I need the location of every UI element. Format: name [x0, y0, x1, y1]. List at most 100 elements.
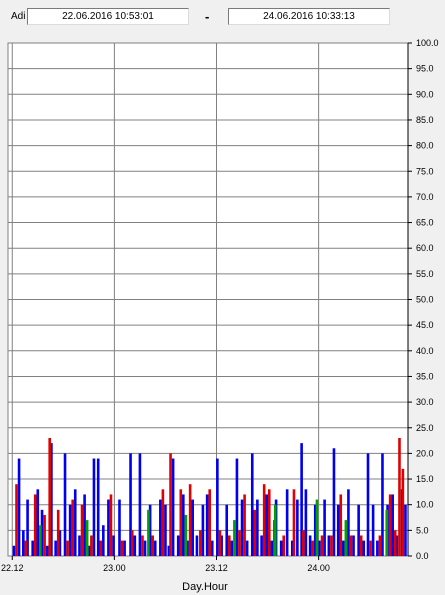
bar — [216, 458, 219, 556]
chart: 0.0 5.0 10.0 15.0 20.0 25.0 30.0 35.0 40.0 45.0 50… — [1, 38, 439, 593]
bar — [336, 504, 340, 556]
bar — [302, 530, 305, 556]
bar — [54, 540, 57, 556]
bar — [349, 535, 353, 556]
bar — [253, 509, 257, 556]
bar — [63, 453, 67, 556]
bar — [227, 535, 231, 556]
bar — [218, 530, 222, 556]
bar — [210, 540, 214, 556]
bar — [225, 504, 229, 556]
bar — [235, 458, 239, 556]
bar — [342, 540, 345, 556]
bar — [273, 504, 277, 556]
bar — [323, 499, 326, 556]
bar — [279, 540, 283, 556]
y-tick-label: 45.0 — [416, 320, 434, 330]
bar — [282, 535, 286, 556]
bar — [22, 530, 25, 556]
bar — [169, 453, 172, 556]
bar — [141, 535, 144, 556]
bar — [15, 484, 18, 556]
bar — [195, 535, 199, 556]
y-tick-label: 70.0 — [416, 192, 434, 202]
bar — [327, 535, 331, 556]
y-tick-label: 90.0 — [416, 89, 434, 99]
bar — [391, 494, 394, 556]
bar — [109, 494, 113, 556]
bar — [112, 535, 115, 556]
to-datetime-input[interactable]: 24.06.2016 10:33:13 — [228, 8, 390, 25]
bar — [401, 468, 405, 556]
y-tick-label: 80.0 — [416, 141, 434, 151]
bar — [73, 489, 77, 556]
bar — [56, 509, 60, 556]
bar — [362, 540, 366, 556]
bar — [153, 540, 157, 556]
bar — [308, 535, 312, 556]
bar — [188, 484, 192, 556]
bar — [208, 489, 212, 556]
y-tick-label: 65.0 — [416, 218, 434, 228]
y-tick-label: 10.0 — [416, 500, 434, 510]
bar — [292, 489, 296, 556]
bar — [133, 535, 137, 556]
bar — [339, 494, 343, 556]
toolbar-label: Adi — [11, 11, 26, 22]
grid — [8, 42, 408, 557]
bar — [233, 520, 236, 556]
bar — [78, 535, 81, 556]
bar — [265, 494, 269, 556]
y-tick-label: 55.0 — [416, 269, 434, 279]
bar — [381, 453, 384, 556]
bar — [243, 494, 246, 556]
bar — [315, 499, 319, 556]
bar — [344, 520, 348, 556]
bar — [296, 499, 299, 556]
bar — [267, 489, 271, 556]
bar — [17, 458, 21, 556]
bar — [48, 438, 52, 556]
bar — [357, 504, 360, 556]
range-separator: - — [205, 9, 210, 24]
bar — [347, 489, 350, 556]
bar — [260, 535, 263, 556]
bar — [184, 514, 188, 556]
y-tick-label: 35.0 — [416, 371, 434, 381]
y-tick-label: 25.0 — [416, 423, 434, 433]
bar — [176, 535, 180, 556]
from-datetime-input[interactable]: 22.06.2016 10:53:01 — [27, 8, 189, 25]
bar — [230, 540, 234, 556]
bar — [404, 504, 407, 556]
bar — [83, 494, 86, 556]
x-axis: 22.12 23.00 23.12 24.00 — [1, 556, 330, 573]
y-tick-label: 15.0 — [416, 474, 434, 484]
bar — [393, 530, 397, 556]
bar — [238, 530, 241, 556]
bar — [398, 438, 401, 556]
y-tick-label: 60.0 — [416, 243, 434, 253]
bar — [66, 540, 69, 556]
bar — [33, 494, 37, 556]
bar — [179, 489, 183, 556]
bar — [68, 504, 72, 556]
y-tick-label: 20.0 — [416, 448, 434, 458]
bar — [45, 545, 49, 556]
bar — [388, 494, 392, 556]
x-tick-label: 22.12 — [1, 563, 24, 573]
bar — [245, 540, 249, 556]
bar — [240, 499, 244, 556]
bar — [138, 453, 142, 556]
bar — [182, 494, 185, 556]
bar — [378, 535, 382, 556]
y-tick-label: 30.0 — [416, 397, 434, 407]
bar — [161, 489, 165, 556]
bar — [107, 499, 110, 556]
bar — [24, 540, 28, 556]
bar — [31, 540, 34, 556]
bar — [123, 540, 126, 556]
bar — [201, 504, 205, 556]
y-tick-label: 95.0 — [416, 64, 434, 74]
bar — [96, 458, 100, 556]
bar — [320, 535, 324, 556]
